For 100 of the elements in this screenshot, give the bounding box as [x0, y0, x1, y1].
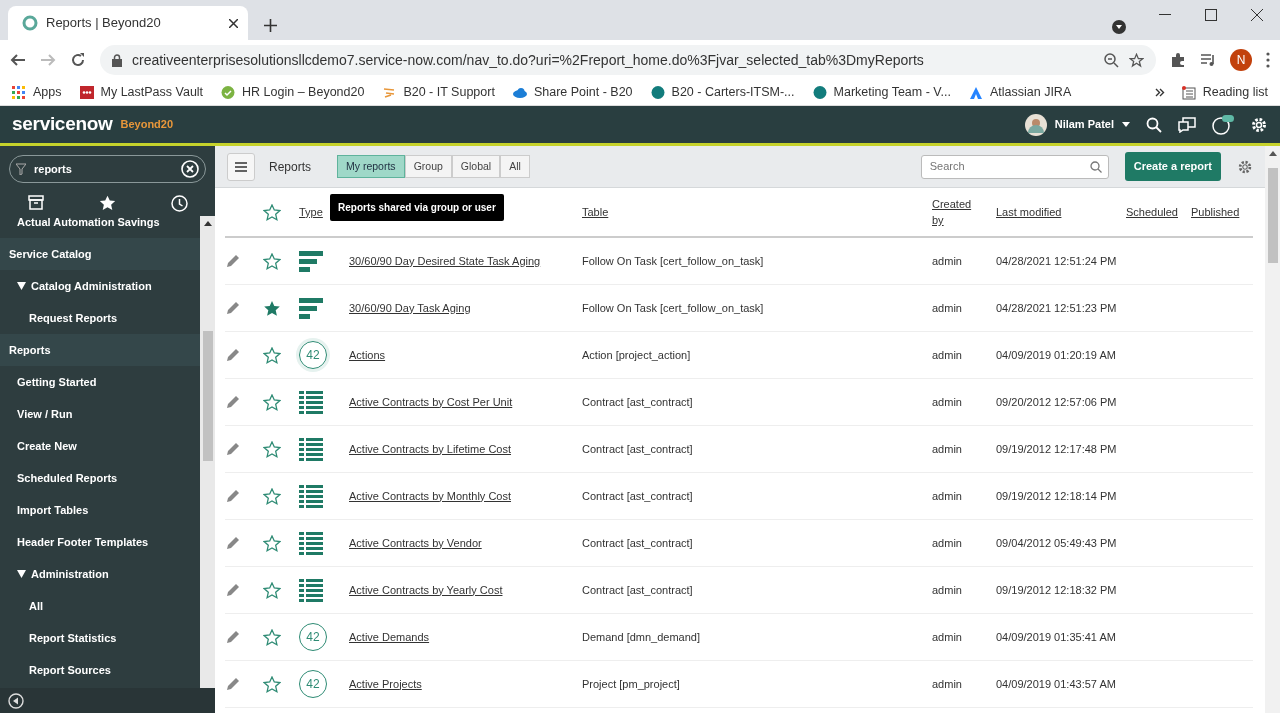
bookmark-link[interactable]: My LastPass Vault	[100, 83, 204, 102]
pencil-icon[interactable]	[225, 536, 239, 550]
bookmark-link[interactable]: Share Point - B20	[533, 83, 633, 102]
create-report-button[interactable]: Create a report	[1124, 152, 1221, 181]
report-link[interactable]: Active Contracts by Monthly Cost	[349, 487, 511, 505]
menu-icon[interactable]	[235, 161, 247, 172]
bookmark-link[interactable]: B20 - IT Support	[403, 83, 495, 102]
pencil-icon[interactable]	[225, 677, 239, 691]
star-icon[interactable]	[263, 203, 281, 221]
column-header[interactable]: Scheduled	[1126, 203, 1178, 221]
bookmark-link[interactable]: B20 - Carters-ITSM-...	[671, 83, 795, 102]
pencil-icon[interactable]	[225, 583, 239, 597]
playlist-icon[interactable]	[1200, 53, 1216, 67]
reading-list-icon[interactable]	[1181, 85, 1196, 100]
back-icon[interactable]	[10, 52, 26, 68]
search-icon[interactable]	[1146, 116, 1162, 133]
report-link[interactable]: 30/60/90 Day Task Aging	[349, 299, 471, 317]
nav-item[interactable]: All	[29, 597, 44, 615]
star-icon[interactable]	[263, 534, 281, 552]
scroll-thumb[interactable]	[1267, 168, 1278, 263]
column-header[interactable]: Published	[1191, 203, 1240, 221]
collapse-icon[interactable]	[8, 692, 24, 709]
star-icon[interactable]	[263, 581, 281, 599]
minimize-icon[interactable]	[1159, 14, 1171, 16]
star-icon[interactable]	[263, 299, 281, 317]
report-link[interactable]: Actions	[349, 346, 386, 364]
nav-item[interactable]: Reports	[9, 341, 51, 359]
nav-item[interactable]: Header Footer Templates	[17, 533, 149, 551]
close-icon[interactable]	[1251, 9, 1263, 21]
report-link[interactable]: Active Contracts by Vendor	[349, 534, 482, 552]
bookmark-link[interactable]: Apps	[33, 83, 62, 102]
report-link[interactable]: 30/60/90 Day Desired State Task Aging	[349, 252, 541, 270]
filter-tab[interactable]: Group	[404, 154, 452, 179]
logo[interactable]: servicenow	[12, 110, 113, 139]
history-icon[interactable]	[170, 195, 188, 212]
report-link[interactable]: Active Demands	[349, 628, 430, 646]
scrollbar[interactable]	[200, 216, 215, 688]
report-link[interactable]: Active Contracts by Yearly Cost	[349, 581, 503, 599]
caret-icon[interactable]	[17, 281, 26, 291]
menu-icon[interactable]	[1266, 52, 1270, 68]
star-icon[interactable]	[1129, 52, 1144, 68]
profile-avatar[interactable]: N	[1230, 49, 1252, 71]
search-box[interactable]: Search	[920, 154, 1109, 179]
star-icon[interactable]	[98, 195, 116, 211]
column-header[interactable]: Last modified	[996, 203, 1062, 221]
chat-icon[interactable]	[1178, 116, 1196, 133]
new-tab-icon[interactable]	[264, 19, 277, 32]
scroll-up-icon[interactable]	[203, 220, 212, 226]
chevron-icon[interactable]	[1154, 88, 1165, 97]
scroll-thumb[interactable]	[202, 331, 213, 461]
nav-item[interactable]: Report Statistics	[29, 629, 117, 647]
nav-item[interactable]: Administration	[31, 565, 109, 583]
star-icon[interactable]	[263, 440, 281, 458]
clear-icon[interactable]	[181, 160, 199, 178]
pencil-icon[interactable]	[225, 442, 239, 456]
bookmark-link[interactable]: Marketing Team - V...	[833, 83, 951, 102]
puzzle-icon[interactable]	[1170, 52, 1186, 68]
bookmark-link[interactable]: HR Login – Beyond20	[242, 83, 365, 102]
filter-tab[interactable]: My reports	[337, 154, 405, 179]
scroll-up-icon[interactable]	[1268, 150, 1277, 156]
report-link[interactable]: Active Projects	[349, 675, 422, 693]
nav-item[interactable]: Create New	[17, 437, 77, 455]
filter-input[interactable]: reports	[32, 159, 175, 179]
user-avatar[interactable]	[1024, 113, 1047, 136]
star-icon[interactable]	[263, 628, 281, 646]
nav-item[interactable]: Request Reports	[29, 309, 118, 327]
star-icon[interactable]	[263, 346, 281, 364]
pencil-icon[interactable]	[225, 630, 239, 644]
nav-item[interactable]: Actual Automation Savings	[17, 216, 160, 231]
user-menu[interactable]: Nilam Patel	[1054, 116, 1114, 133]
pencil-icon[interactable]	[225, 254, 239, 268]
report-link[interactable]: Active Contracts by Lifetime Cost	[349, 440, 511, 458]
star-icon[interactable]	[263, 393, 281, 411]
report-link[interactable]: Active Contracts by Cost Per Unit	[349, 393, 513, 411]
filter-tab[interactable]: All	[500, 154, 530, 179]
zoom-icon[interactable]	[1104, 52, 1119, 68]
media-icon[interactable]	[1111, 19, 1127, 35]
star-icon[interactable]	[263, 675, 281, 693]
pencil-icon[interactable]	[225, 301, 239, 315]
caret-icon[interactable]	[1122, 122, 1130, 127]
pencil-icon[interactable]	[225, 348, 239, 362]
filter-tab[interactable]: Global	[451, 154, 501, 179]
nav-item[interactable]: Catalog Administration	[31, 277, 152, 295]
pencil-icon[interactable]	[225, 395, 239, 409]
star-icon[interactable]	[263, 487, 281, 505]
reload-icon[interactable]	[70, 52, 86, 68]
maximize-icon[interactable]	[1205, 9, 1217, 21]
archive-icon[interactable]	[27, 195, 44, 210]
caret-icon[interactable]	[17, 569, 26, 579]
settings-icon[interactable]	[1237, 158, 1253, 175]
star-icon[interactable]	[263, 252, 281, 270]
nav-item[interactable]: Report Sources	[29, 661, 111, 679]
nav-item[interactable]: Import Tables	[17, 501, 89, 519]
bookmark-link[interactable]: Atlassian JIRA	[989, 83, 1072, 102]
nav-item[interactable]: Getting Started	[17, 373, 97, 391]
column-header[interactable]: Created by	[932, 195, 972, 229]
reading-list-link[interactable]: Reading list	[1202, 83, 1268, 102]
settings-icon[interactable]	[1250, 115, 1268, 134]
nav-item[interactable]: Scheduled Reports	[17, 469, 118, 487]
column-header[interactable]: Type	[299, 203, 323, 221]
